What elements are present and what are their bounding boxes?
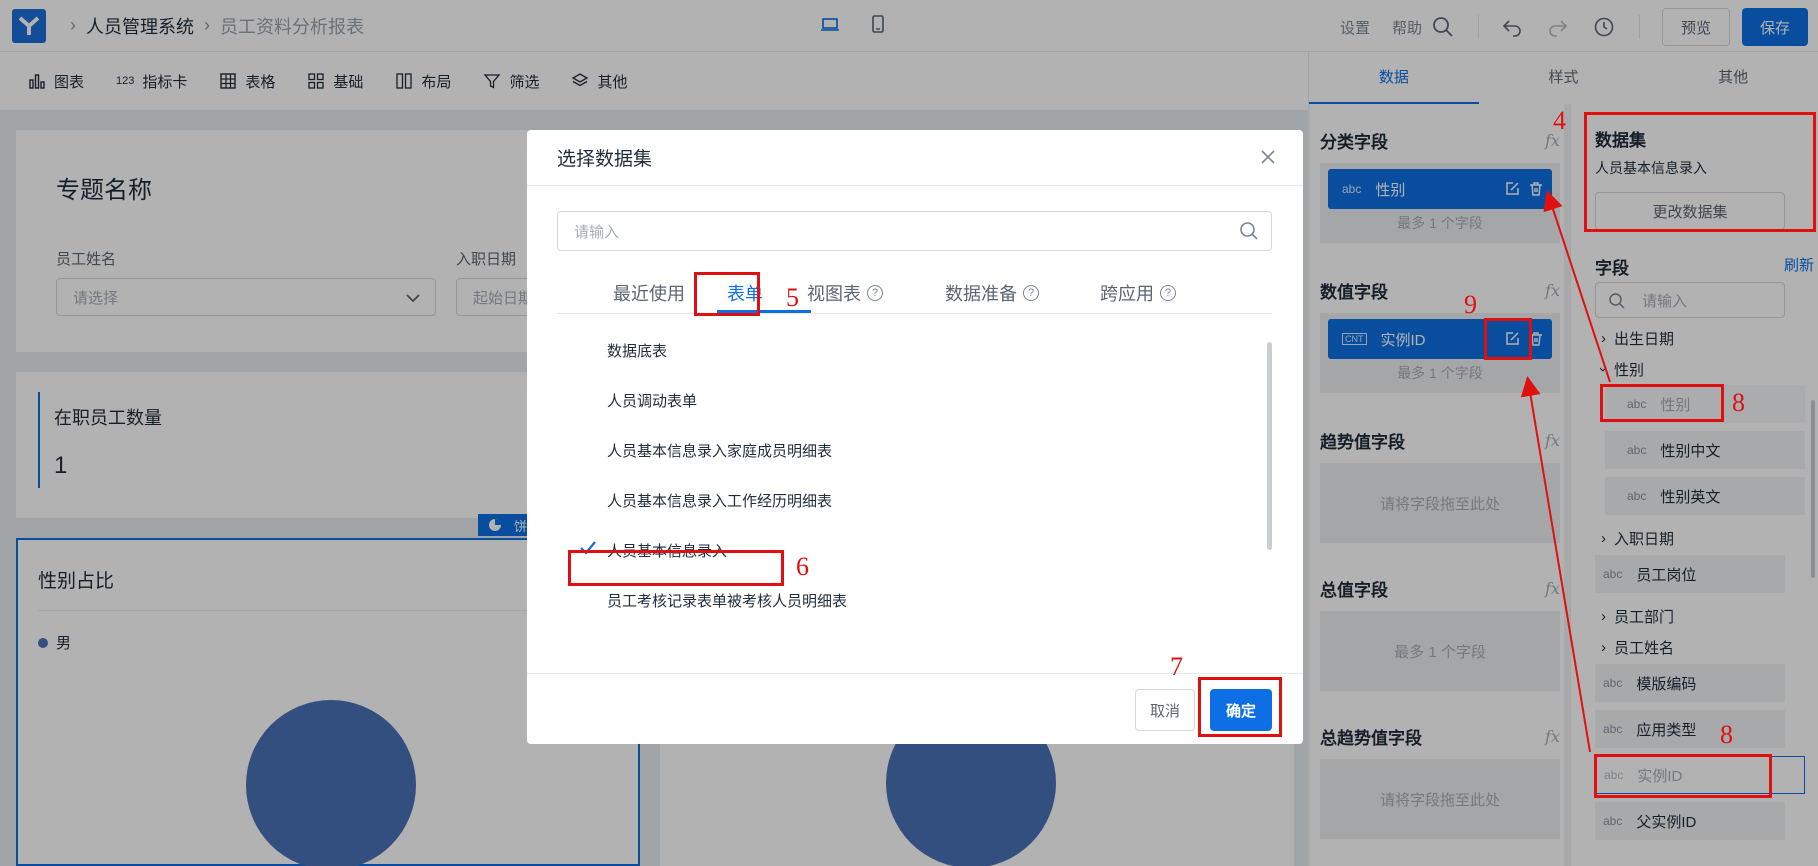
list-item-selected[interactable]: 人员基本信息录入: [607, 540, 727, 561]
dataset-search-input[interactable]: 请输入: [557, 211, 1272, 251]
search-placeholder: 请输入: [574, 223, 620, 241]
list-item[interactable]: 员工考核记录表单被考核人员明细表: [607, 590, 847, 611]
list-item[interactable]: 人员调动表单: [607, 390, 697, 411]
tab-data-prep[interactable]: 数据准备?: [945, 280, 1039, 306]
annotation-number: 9: [1464, 290, 1477, 319]
annotation-number: 4: [1553, 106, 1566, 135]
check-icon: [580, 541, 596, 555]
search-icon: [1240, 222, 1258, 240]
annotation-number: 5: [786, 283, 799, 312]
list-item[interactable]: 数据底表: [607, 340, 667, 361]
tab-label: 跨应用: [1100, 284, 1154, 304]
close-icon[interactable]: [1259, 148, 1277, 166]
tab-recent[interactable]: 最近使用: [613, 280, 685, 306]
help-icon: ?: [1160, 285, 1176, 301]
annotation-number: 7: [1170, 652, 1183, 681]
annotation-number: 8: [1720, 720, 1733, 749]
confirm-button[interactable]: 确定: [1210, 689, 1272, 731]
help-icon: ?: [867, 285, 883, 301]
tab-form[interactable]: 表单: [727, 280, 763, 306]
list-item[interactable]: 人员基本信息录入工作经历明细表: [607, 490, 832, 511]
tab-label: 视图表: [807, 284, 861, 304]
list-item[interactable]: 人员基本信息录入家庭成员明细表: [607, 440, 832, 461]
tab-cross-app[interactable]: 跨应用?: [1100, 280, 1176, 306]
tab-label: 表单: [727, 284, 763, 304]
list-scrollbar[interactable]: [1267, 342, 1272, 550]
annotation-number: 6: [796, 552, 809, 581]
tab-label: 数据准备: [945, 284, 1017, 304]
cancel-button[interactable]: 取消: [1135, 689, 1195, 731]
dataset-tabs: 最近使用 表单 视图表? 数据准备? 跨应用?: [557, 272, 1272, 314]
tab-label: 最近使用: [613, 284, 685, 304]
dialog-title: 选择数据集: [557, 149, 653, 170]
help-icon: ?: [1023, 285, 1039, 301]
dialog-header: 选择数据集: [527, 130, 1303, 186]
tab-view[interactable]: 视图表?: [807, 280, 883, 306]
annotation-number: 8: [1732, 388, 1745, 417]
select-dataset-dialog: 选择数据集 请输入 最近使用 表单 视图表? 数据准备? 跨应用? 数据底表 人…: [527, 130, 1303, 744]
